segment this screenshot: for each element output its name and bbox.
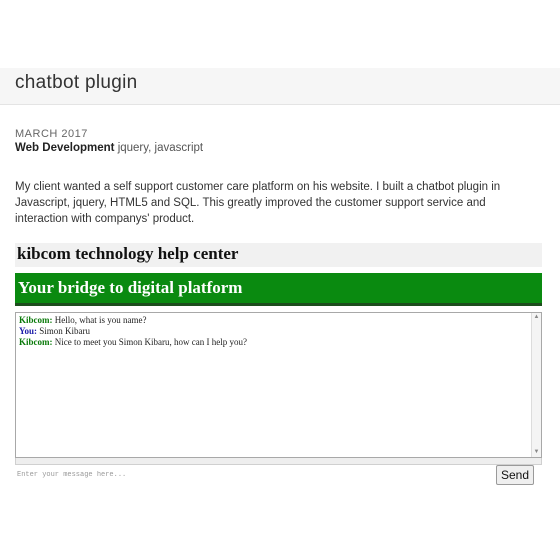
post-date: MARCH 2017 bbox=[15, 128, 88, 140]
vertical-scrollbar[interactable]: ▲ ▼ bbox=[531, 313, 541, 457]
message-input[interactable] bbox=[15, 467, 491, 483]
message-sender: Kibcom: bbox=[19, 315, 53, 325]
message-sender: You: bbox=[19, 326, 38, 336]
message-text: Nice to meet you Simon Kibaru, how can I… bbox=[52, 337, 247, 347]
chat-log[interactable]: Kibcom: Hello, what is you name? You: Sim… bbox=[15, 312, 542, 458]
category-link[interactable]: Web Development bbox=[15, 142, 114, 154]
scroll-up-arrow-icon[interactable]: ▲ bbox=[532, 313, 541, 322]
chat-message: Kibcom: Hello, what is you name? bbox=[19, 315, 538, 326]
post-description: My client wanted a self support customer… bbox=[15, 181, 501, 225]
chat-banner: Your bridge to digital platform bbox=[15, 273, 542, 303]
scroll-down-arrow-icon[interactable]: ▼ bbox=[532, 448, 541, 457]
chatbot-widget: kibcom technology help center Your bridg… bbox=[15, 243, 542, 489]
message-sender: Kibcom: bbox=[19, 337, 53, 347]
message-text: Simon Kibaru bbox=[37, 326, 91, 336]
tags-link[interactable]: jquery, javascript bbox=[118, 142, 203, 154]
message-input-row: Send bbox=[15, 465, 542, 489]
horizontal-scrollbar[interactable] bbox=[15, 458, 542, 465]
chat-message: Kibcom: Nice to meet you Simon Kibaru, h… bbox=[19, 337, 538, 348]
message-text: Hello, what is you name? bbox=[52, 315, 147, 325]
title-bar: chatbot plugin bbox=[0, 68, 560, 105]
chat-message: You: Simon Kibaru bbox=[19, 326, 538, 337]
message-list: Kibcom: Hello, what is you name? You: Sim… bbox=[16, 313, 541, 350]
send-button[interactable]: Send bbox=[496, 465, 534, 485]
page-title: chatbot plugin bbox=[15, 72, 138, 93]
banner-divider bbox=[15, 303, 542, 306]
help-center-header: kibcom technology help center bbox=[15, 243, 542, 267]
post-meta: Web Development jquery, javascript bbox=[15, 142, 203, 154]
